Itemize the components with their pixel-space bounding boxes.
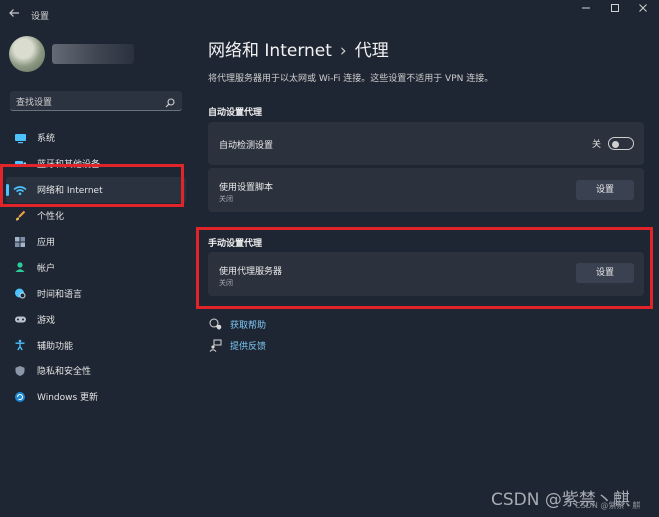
watermark-small: CSDN @紫禁丶麒 — [575, 501, 641, 510]
toggle-knob — [612, 140, 619, 148]
sidebar-item-label: 辅助功能 — [37, 341, 74, 352]
update-icon — [13, 390, 27, 404]
breadcrumb-separator: › — [339, 41, 347, 61]
feedback-link-row[interactable]: 提供反馈 — [208, 338, 266, 352]
sidebar-item-gaming[interactable]: 游戏 — [6, 306, 186, 332]
setup-script-button[interactable]: 设置 — [576, 180, 634, 200]
globe-clock-icon — [13, 286, 27, 300]
person-icon — [13, 260, 27, 274]
sidebar-item-label: 系统 — [37, 134, 56, 145]
sidebar-item-label: 应用 — [37, 238, 56, 248]
page-title: 网络和 Internet › 代理 — [208, 36, 389, 61]
sidebar-item-label: 个性化 — [37, 212, 65, 223]
sidebar-item-label: Windows 更新 — [37, 393, 99, 404]
auto-detect-toggle[interactable] — [608, 137, 634, 150]
search-icon[interactable] — [164, 94, 176, 108]
setup-script-label: 使用设置脚本 — [219, 183, 274, 193]
back-arrow-icon[interactable] — [8, 7, 22, 21]
title-bar: 设置 — [0, 0, 659, 28]
maximize-icon[interactable] — [604, 3, 626, 17]
accessibility-icon — [13, 338, 27, 352]
shield-icon — [13, 364, 27, 378]
sidebar-item-privacy[interactable]: 隐私和安全性 — [6, 358, 186, 384]
feedback-icon — [208, 338, 222, 352]
minimize-icon[interactable] — [575, 3, 597, 17]
breadcrumb-current: 代理 — [354, 41, 389, 61]
search-placeholder: 查找设置 — [16, 98, 53, 108]
apps-icon — [13, 235, 27, 249]
brush-icon — [13, 209, 27, 223]
sidebar-item-time-language[interactable]: 时间和语言 — [6, 280, 186, 306]
help-chat-icon — [208, 317, 222, 331]
setup-script-status: 关闭 — [219, 195, 233, 203]
highlight-box-network — [0, 164, 184, 207]
toggle-state-text: 关 — [591, 140, 601, 150]
avatar[interactable] — [9, 36, 45, 72]
sidebar-item-label: 时间和语言 — [37, 289, 83, 300]
sidebar-item-label: 隐私和安全性 — [37, 367, 92, 378]
sidebar-item-accounts[interactable]: 帐户 — [6, 254, 186, 280]
sidebar-item-system[interactable]: 系统 — [6, 125, 186, 151]
setup-script-card: 使用设置脚本 关闭 设置 — [208, 168, 644, 212]
user-name-blurred — [52, 44, 134, 64]
sidebar-item-label: 帐户 — [37, 263, 56, 274]
sidebar-item-label: 游戏 — [37, 315, 56, 326]
page-description: 将代理服务器用于以太网或 Wi-Fi 连接。这些设置不适用于 VPN 连接。 — [208, 74, 494, 84]
highlight-box-manual-proxy — [196, 227, 653, 309]
sidebar-item-windows-update[interactable]: Windows 更新 — [6, 384, 186, 410]
auto-detect-label: 自动检测设置 — [219, 141, 274, 151]
sidebar-item-apps[interactable]: 应用 — [6, 229, 186, 255]
gamepad-icon — [13, 312, 27, 326]
breadcrumb-parent[interactable]: 网络和 Internet — [208, 41, 332, 61]
sidebar-item-accessibility[interactable]: 辅助功能 — [6, 332, 186, 358]
search-input[interactable]: 查找设置 — [10, 91, 182, 111]
close-icon[interactable] — [632, 3, 654, 17]
help-link-row[interactable]: 获取帮助 — [208, 317, 266, 331]
monitor-icon — [13, 131, 27, 145]
section-title-auto-proxy: 自动设置代理 — [208, 108, 263, 118]
feedback-link[interactable]: 提供反馈 — [230, 339, 266, 352]
app-title: 设置 — [31, 12, 50, 22]
auto-detect-card: 自动检测设置 关 — [208, 122, 644, 165]
auto-detect-toggle-wrap: 关 — [592, 137, 634, 150]
help-link[interactable]: 获取帮助 — [230, 318, 266, 331]
